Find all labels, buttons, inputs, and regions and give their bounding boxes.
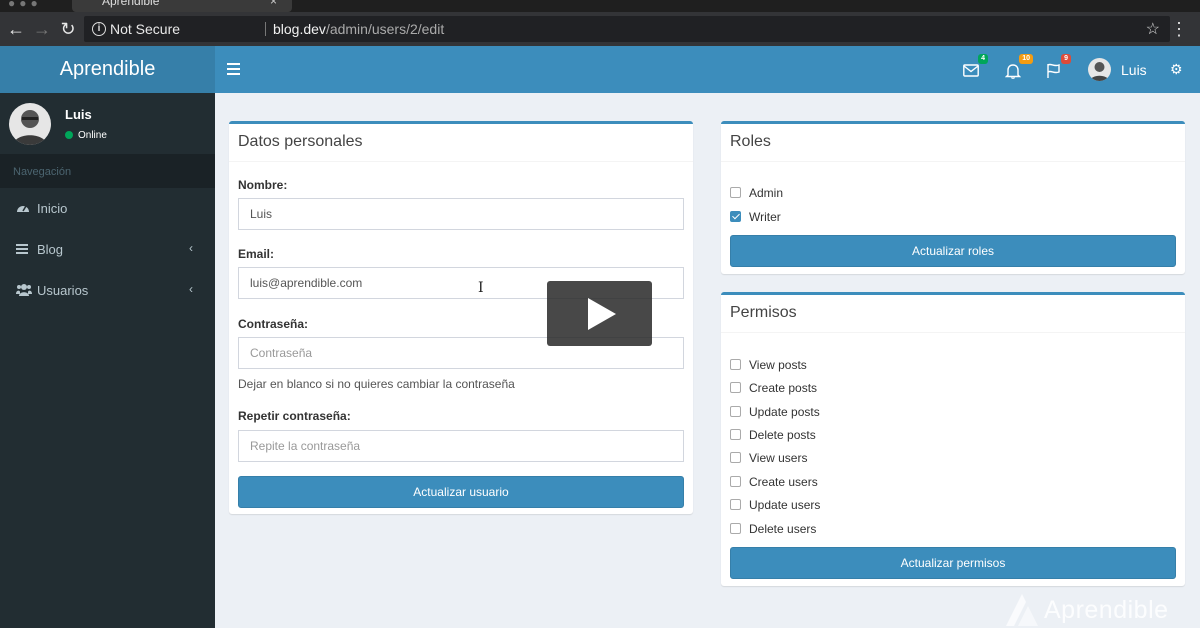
checkbox-icon[interactable]	[730, 406, 741, 417]
aprendible-logo-icon	[1006, 594, 1038, 626]
address-bar[interactable]: i Not Secure blog.dev/admin/users/2/edit…	[84, 16, 1170, 42]
roles-title: Roles	[730, 133, 771, 150]
video-play-button[interactable]	[547, 281, 652, 346]
aprendible-watermark: Aprendible	[1004, 592, 1174, 626]
email-label: Email:	[238, 247, 275, 261]
checkbox-label: Delete users	[749, 522, 817, 536]
name-label: Nombre:	[238, 178, 288, 192]
envelope-icon	[963, 64, 979, 77]
back-arrow-icon[interactable]: ←	[4, 17, 28, 41]
brand-logo[interactable]: Aprendible	[0, 46, 215, 93]
checkbox-icon[interactable]	[730, 523, 741, 534]
password-label: Contraseña:	[238, 317, 309, 331]
sidebar-item-label: Inicio	[37, 201, 68, 216]
sidebar-avatar	[9, 103, 51, 145]
checkbox-label: Create posts	[749, 381, 818, 395]
browser-menu-icon[interactable]: ⋮	[1170, 17, 1188, 41]
sidebar-item-label: Usuarios	[37, 283, 89, 298]
checkbox-label: Admin	[749, 186, 784, 200]
window-controls-icon[interactable]: ●●●	[8, 0, 42, 10]
notifications-button[interactable]: 10	[1004, 54, 1033, 80]
browser-tab-strip: ●●● Aprendible ×	[0, 0, 1200, 12]
online-dot-icon	[65, 131, 73, 139]
chevron-left-icon: ‹	[189, 241, 193, 255]
header-avatar	[1088, 58, 1111, 81]
sidebar-user-name: Luis	[65, 107, 92, 122]
url-path: /admin/users/2/edit	[325, 21, 445, 37]
flags-badge: 9	[1061, 54, 1071, 64]
chevron-left-icon: ‹	[189, 282, 193, 296]
users-icon	[16, 284, 32, 296]
update-permissions-button[interactable]: Actualizar permisos	[730, 547, 1176, 579]
bars-icon	[16, 244, 28, 254]
tab-close-icon[interactable]: ×	[270, 0, 277, 8]
header-user-name: Luis	[1121, 62, 1147, 78]
update-user-button[interactable]: Actualizar usuario	[238, 476, 684, 508]
checkbox-label: Update posts	[749, 405, 820, 419]
repeat-password-field[interactable]: Repite la contraseña	[238, 430, 684, 462]
box-header: Permisos	[721, 295, 1185, 333]
checkbox-label: Writer	[749, 210, 781, 224]
sidebar-user-panel: Luis Online	[0, 93, 215, 154]
checkbox-icon[interactable]	[730, 499, 741, 510]
update-roles-button[interactable]: Actualizar roles	[730, 235, 1176, 267]
text-cursor-icon: I	[478, 280, 484, 296]
bookmark-star-icon[interactable]: ☆	[1146, 19, 1160, 39]
checkbox-icon[interactable]	[730, 429, 741, 440]
messages-badge: 4	[978, 54, 988, 64]
messages-button[interactable]: 4	[962, 54, 988, 80]
sidebar-item-label: Blog	[37, 242, 64, 257]
checkbox-icon[interactable]	[730, 476, 741, 487]
sidebar-item-blog[interactable]: Blog ‹	[0, 229, 215, 270]
box-header: Datos personales	[229, 124, 693, 162]
reload-icon[interactable]: ↻	[56, 17, 80, 41]
name-field[interactable]: Luis	[238, 198, 684, 230]
forward-arrow-icon[interactable]: →	[30, 17, 54, 41]
checkbox-label: Create users	[749, 475, 818, 489]
sidebar-toggle-icon[interactable]	[227, 60, 241, 78]
browser-toolbar: ← → ↻ i Not Secure blog.dev/admin/users/…	[0, 12, 1200, 46]
security-label: Not Secure	[110, 21, 181, 37]
top-navbar: 4 10 9 Luis ⚙	[215, 46, 1200, 93]
sidebar-item-inicio[interactable]: Inicio	[0, 188, 215, 229]
checkbox-icon[interactable]	[730, 359, 741, 370]
checkbox-icon[interactable]	[730, 187, 741, 198]
checkbox-icon[interactable]	[730, 452, 741, 463]
permissions-box: Permisos View posts Create posts Update …	[721, 292, 1185, 586]
checkbox-label: View users	[749, 451, 808, 465]
checkbox-checked-icon[interactable]	[730, 211, 741, 222]
checkbox-label: Update users	[749, 498, 821, 512]
sidebar-user-status: Online	[65, 130, 107, 141]
sidebar-nav-header: Navegación	[0, 154, 215, 188]
box-header: Roles	[721, 124, 1185, 162]
checkbox-label: View posts	[749, 358, 807, 372]
roles-box: Roles Admin Writer Actualizar roles	[721, 121, 1185, 274]
dashboard-icon	[17, 205, 29, 212]
url-text[interactable]: blog.dev/admin/users/2/edit	[273, 21, 444, 37]
browser-tab[interactable]: Aprendible ×	[72, 0, 292, 12]
sidebar: Luis Online Navegación Inicio Blog ‹ Usu…	[0, 93, 215, 628]
checkbox-icon[interactable]	[730, 382, 741, 393]
notifications-badge: 10	[1019, 54, 1033, 64]
bell-icon	[1005, 64, 1021, 79]
checkbox-label: Delete posts	[749, 428, 816, 442]
browser-tab-title: Aprendible	[102, 0, 160, 8]
control-sidebar-gears-icon[interactable]: ⚙	[1170, 61, 1183, 78]
password-help-text: Dejar en blanco si no quieres cambiar la…	[238, 377, 515, 391]
personal-data-title: Datos personales	[238, 133, 363, 150]
watermark-text: Aprendible	[1044, 596, 1169, 624]
permissions-title: Permisos	[730, 304, 797, 321]
address-separator	[265, 22, 266, 36]
url-host: blog.dev	[273, 21, 326, 37]
info-icon[interactable]: i	[92, 22, 106, 36]
repeat-password-label: Repetir contraseña:	[238, 409, 351, 423]
flag-icon	[1047, 63, 1060, 78]
sidebar-item-usuarios[interactable]: Usuarios ‹	[0, 270, 215, 311]
flags-button[interactable]: 9	[1045, 54, 1071, 80]
